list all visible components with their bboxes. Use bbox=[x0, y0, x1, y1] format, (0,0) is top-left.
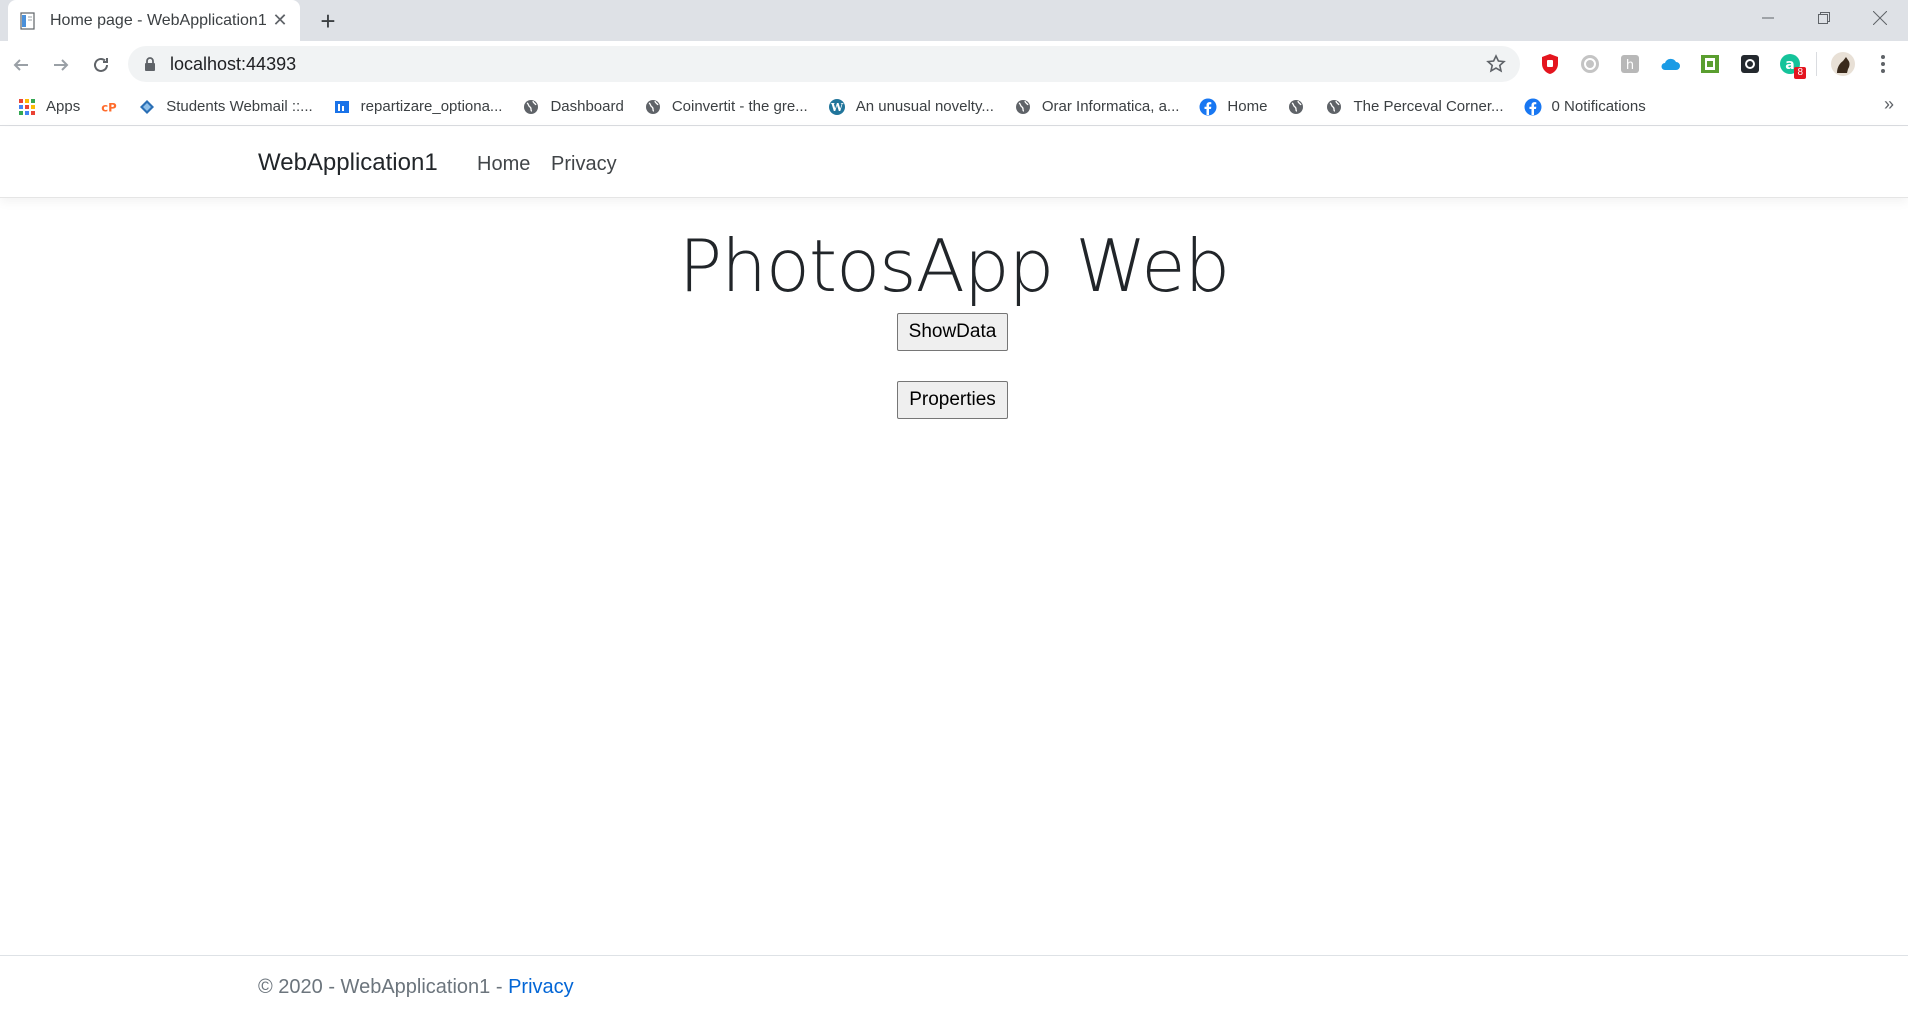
tab-title: Home page - WebApplication1 bbox=[50, 11, 266, 29]
profile-avatar-icon[interactable] bbox=[1823, 47, 1863, 81]
cpanel-icon: cP bbox=[100, 98, 118, 116]
url-text[interactable]: localhost:44393 bbox=[170, 54, 1480, 75]
extensions-area: h a8 bbox=[1530, 47, 1903, 81]
site-navbar: WebApplication1 Home Privacy bbox=[0, 127, 1908, 198]
globe-icon bbox=[644, 98, 662, 116]
bookmark-label: Home bbox=[1227, 98, 1268, 115]
bookmark-label: repartizare_optiona... bbox=[360, 98, 503, 115]
new-tab-icon[interactable]: + bbox=[312, 5, 344, 37]
bookmark-label: Dashboard bbox=[550, 98, 624, 115]
bookmark-item[interactable]: Apps bbox=[10, 92, 88, 122]
bookmark-item[interactable]: Home bbox=[1191, 92, 1275, 122]
sheet-icon bbox=[333, 98, 351, 116]
bookmark-item[interactable]: Orar Informatica, a... bbox=[1006, 92, 1188, 122]
nav-home-link[interactable]: Home bbox=[477, 153, 530, 176]
opera-adblock-icon[interactable] bbox=[1530, 47, 1570, 81]
facebook-icon bbox=[1524, 98, 1542, 116]
bookmark-item[interactable]: Coinvertit - the gre... bbox=[636, 92, 816, 122]
bookmark-label: 0 Notifications bbox=[1551, 98, 1646, 115]
forward-arrow-icon[interactable] bbox=[42, 46, 80, 84]
bookmark-item[interactable]: Dashboard bbox=[514, 92, 631, 122]
page-favicon-icon bbox=[18, 11, 38, 31]
bookmarks-bar: Apps cP Students Webmail ::... repartizare_… bbox=[0, 88, 1908, 126]
bookmark-label: An unusual novelty... bbox=[855, 98, 994, 115]
page-heading: PhotosApp Web bbox=[678, 224, 1230, 308]
facebook-icon bbox=[1199, 98, 1217, 116]
bookmark-item[interactable]: repartizare_optiona... bbox=[325, 92, 511, 122]
bookmark-item[interactable]: 0 Notifications bbox=[1516, 92, 1654, 122]
browser-tab[interactable]: Home page - WebApplication1 ✕ bbox=[8, 0, 300, 41]
window-controls bbox=[1740, 0, 1908, 36]
wordpress-icon: W bbox=[828, 98, 846, 116]
back-arrow-icon[interactable] bbox=[2, 46, 40, 84]
apps-grid-icon bbox=[18, 98, 36, 116]
extension-badge: 8 bbox=[1794, 67, 1806, 79]
bookmark-item[interactable]: The Perceval Corner... bbox=[1317, 92, 1511, 122]
bookmark-label: Apps bbox=[46, 98, 81, 115]
nav-privacy-link[interactable]: Privacy bbox=[551, 153, 617, 176]
bookmark-label: The Perceval Corner... bbox=[1353, 98, 1504, 115]
lock-icon[interactable] bbox=[142, 56, 158, 72]
grey-extension-icon[interactable] bbox=[1570, 47, 1610, 81]
svg-text:h: h bbox=[1626, 58, 1634, 73]
bookmark-label: Orar Informatica, a... bbox=[1041, 98, 1180, 115]
bookmark-item[interactable]: cP bbox=[92, 92, 126, 122]
puzzle-extension-icon[interactable]: h bbox=[1610, 47, 1650, 81]
bookmark-item[interactable]: Students Webmail ::... bbox=[130, 92, 320, 122]
github-icon[interactable] bbox=[1730, 47, 1770, 81]
toolbar-separator bbox=[1816, 52, 1817, 76]
webmail-icon bbox=[138, 98, 156, 116]
footer-text: © 2020 - WebApplication1 - Privacy bbox=[258, 976, 574, 999]
grammarly-icon[interactable]: a8 bbox=[1770, 47, 1810, 81]
footer-privacy-link[interactable]: Privacy bbox=[508, 976, 574, 998]
bookmark-label: Coinvertit - the gre... bbox=[671, 98, 808, 115]
close-tab-icon[interactable]: ✕ bbox=[266, 7, 294, 35]
site-footer: © 2020 - WebApplication1 - Privacy bbox=[0, 955, 1908, 1016]
bookmark-star-icon[interactable] bbox=[1480, 48, 1512, 80]
reload-icon[interactable] bbox=[82, 46, 120, 84]
web-page: WebApplication1 Home Privacy PhotosApp W… bbox=[0, 127, 1908, 1016]
properties-button[interactable]: Properties bbox=[897, 381, 1008, 419]
svg-text:cP: cP bbox=[101, 100, 117, 114]
browser-toolbar: localhost:44393 h a8 bbox=[0, 41, 1908, 88]
globe-icon bbox=[1014, 98, 1032, 116]
bookmark-item[interactable]: W An unusual novelty... bbox=[820, 92, 1002, 122]
globe-icon bbox=[1287, 98, 1305, 116]
green-extension-icon[interactable] bbox=[1690, 47, 1730, 81]
footer-copyright: © 2020 - WebApplication1 - bbox=[258, 976, 509, 998]
more-bookmarks-icon[interactable]: » bbox=[1884, 94, 1894, 115]
svg-text:W: W bbox=[830, 101, 844, 114]
restore-icon[interactable] bbox=[1796, 0, 1852, 36]
tab-strip: Home page - WebApplication1 ✕ + bbox=[0, 0, 1908, 41]
svg-text:a: a bbox=[1785, 57, 1794, 73]
site-brand-link[interactable]: WebApplication1 bbox=[258, 149, 438, 177]
address-bar[interactable]: localhost:44393 bbox=[128, 46, 1520, 82]
minimize-icon[interactable] bbox=[1740, 0, 1796, 36]
close-window-icon[interactable] bbox=[1852, 0, 1908, 36]
menu-kebab-icon[interactable] bbox=[1863, 47, 1903, 81]
globe-icon bbox=[522, 98, 540, 116]
cloud-icon[interactable] bbox=[1650, 47, 1690, 81]
bookmark-item[interactable] bbox=[1279, 92, 1313, 122]
bookmark-label: Students Webmail ::... bbox=[166, 98, 313, 115]
show-data-button[interactable]: ShowData bbox=[897, 313, 1008, 351]
globe-icon bbox=[1325, 98, 1343, 116]
